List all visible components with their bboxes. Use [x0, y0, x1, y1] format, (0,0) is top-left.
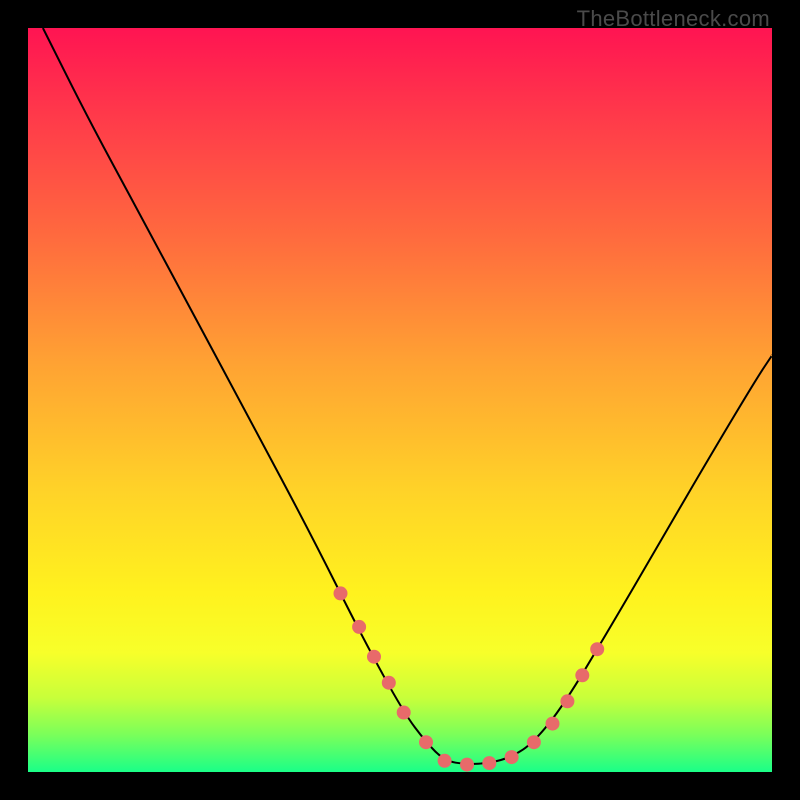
chart-overlay — [28, 28, 772, 772]
data-dot — [419, 735, 433, 749]
data-dot — [438, 754, 452, 768]
data-dot — [367, 650, 381, 664]
dot-group — [334, 586, 605, 771]
data-dot — [560, 694, 574, 708]
data-dot — [334, 586, 348, 600]
data-dot — [397, 706, 411, 720]
data-dot — [505, 750, 519, 764]
data-dot — [482, 756, 496, 770]
data-dot — [527, 735, 541, 749]
data-dot — [460, 758, 474, 772]
data-dot — [352, 620, 366, 634]
bottleneck-curve — [43, 28, 772, 764]
data-dot — [590, 642, 604, 656]
data-dot — [575, 668, 589, 682]
watermark-text: TheBottleneck.com — [577, 6, 770, 32]
chart-container: TheBottleneck.com — [0, 0, 800, 800]
data-dot — [546, 717, 560, 731]
data-dot — [382, 676, 396, 690]
